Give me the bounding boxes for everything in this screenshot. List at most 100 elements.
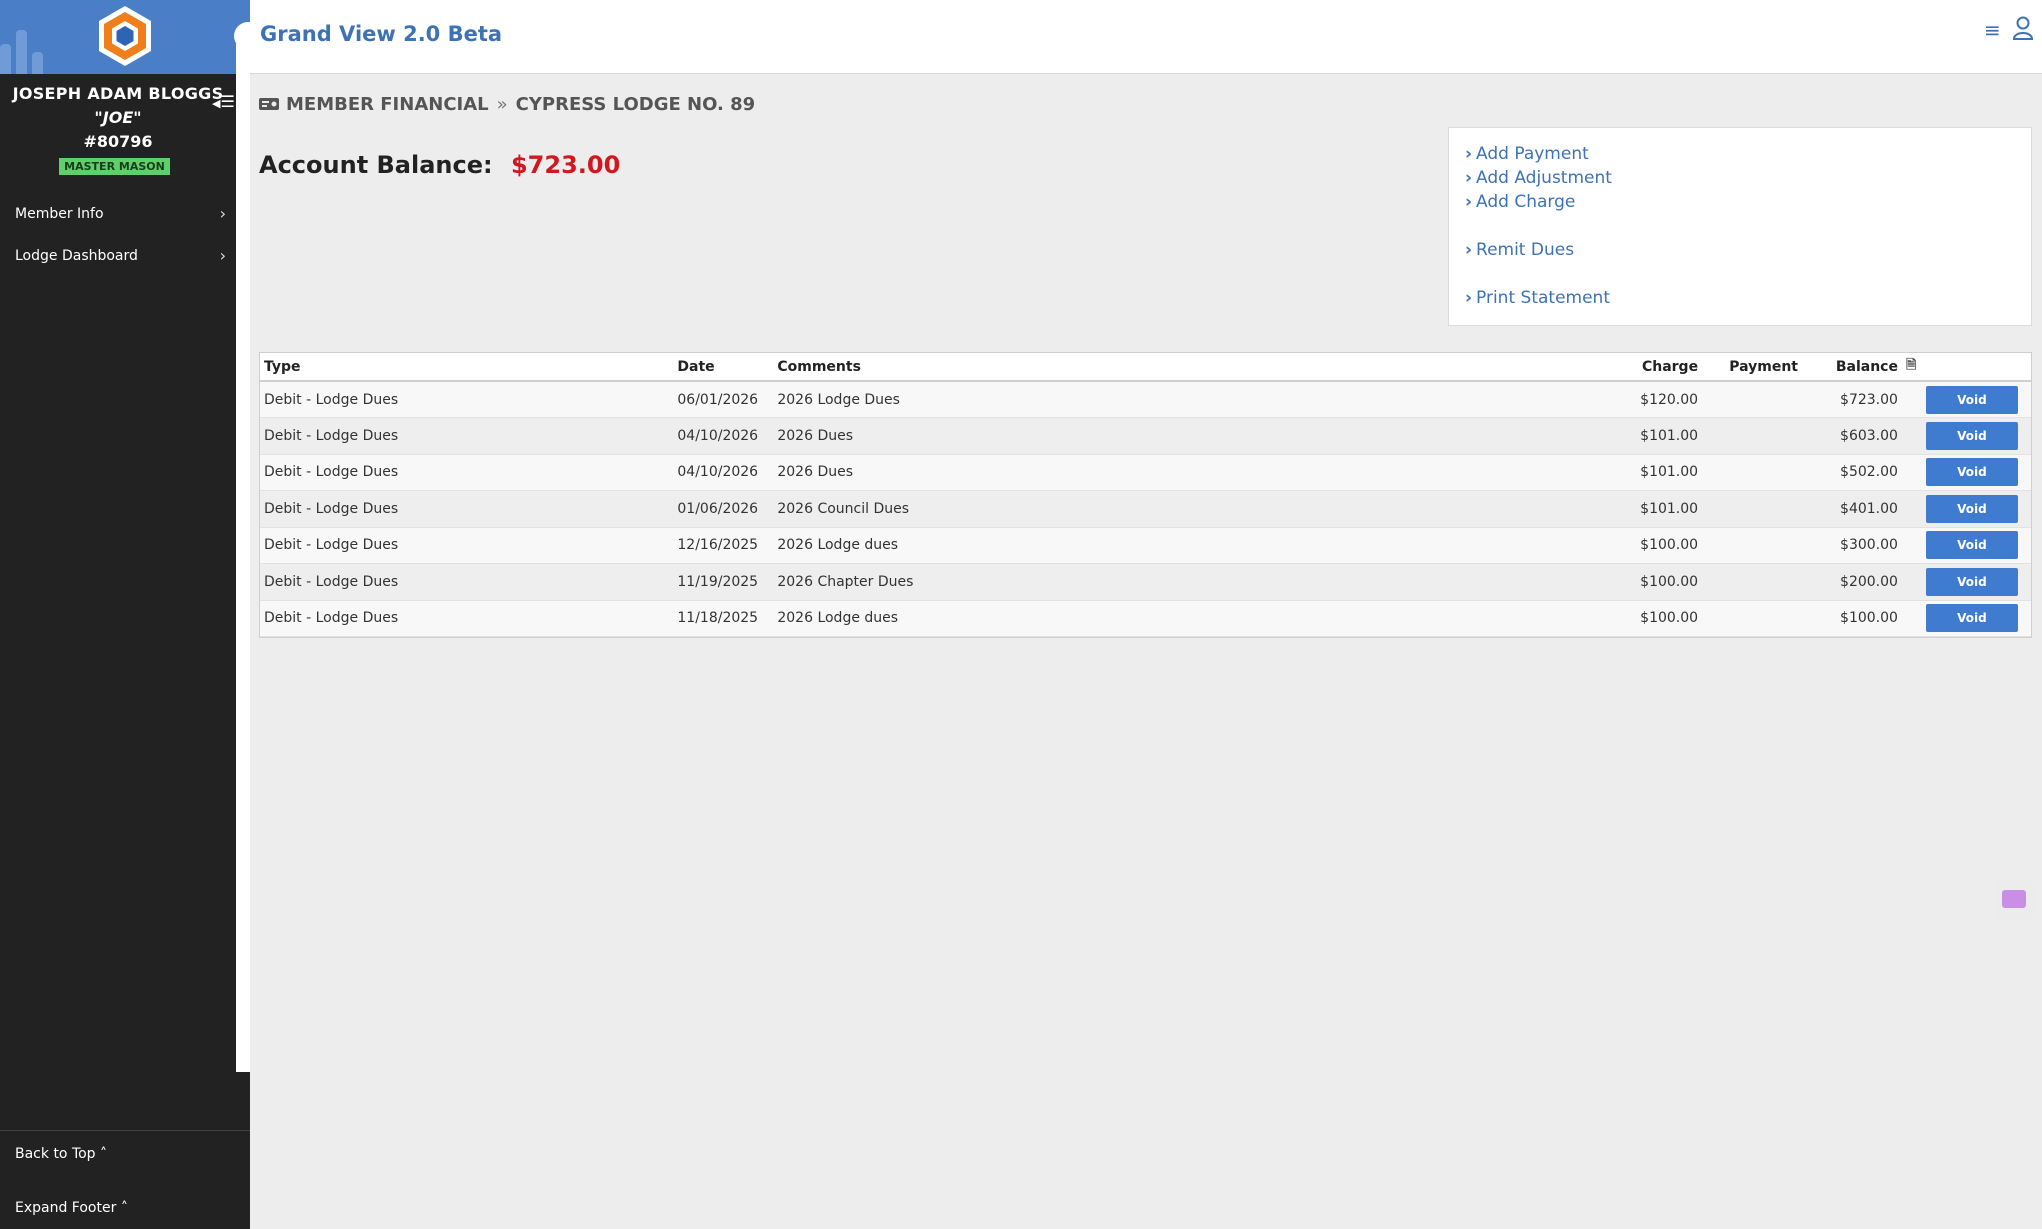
table-row: Debit - Lodge Dues 11/19/2025 2026 Chapt…: [260, 563, 2031, 601]
chevron-right-icon: ›: [219, 204, 226, 223]
cell-balance: $603.00: [1802, 417, 1902, 455]
sidebar-item-label: Member Info: [15, 206, 104, 222]
col-header-document[interactable]: 🗎: [1901, 353, 1922, 382]
cell-charge: $100.00: [1602, 600, 1703, 637]
print-statement-link[interactable]: › Print Statement: [1465, 288, 1610, 308]
sidebar-edge: [236, 44, 250, 1072]
hexagon-logo-icon[interactable]: [96, 4, 154, 68]
chevron-right-icon: ›: [1465, 168, 1473, 188]
remit-dues-label: Remit Dues: [1476, 240, 1575, 260]
cell-type: Debit - Lodge Dues: [260, 563, 674, 601]
expand-footer-link[interactable]: Expand Footer ˄: [15, 1200, 128, 1216]
cell-payment: [1702, 417, 1803, 455]
void-button[interactable]: Void: [1925, 385, 2018, 414]
expand-footer-label: Expand Footer: [15, 1200, 117, 1216]
cell-actions: Void: [1921, 527, 2031, 564]
col-header-payment[interactable]: Payment: [1702, 353, 1803, 382]
sidebar-item-member-info[interactable]: Member Info ›: [0, 193, 236, 235]
cell-date: 12/16/2025: [673, 527, 774, 564]
cell-comments: 2026 Dues: [773, 454, 1603, 491]
chevron-up-icon: ˄: [120, 1200, 128, 1216]
table-header-row: Type Date Comments Charge Payment Balanc…: [260, 353, 2031, 382]
cell-spacer: [1901, 600, 1922, 637]
add-payment-link[interactable]: › Add Payment: [1465, 144, 1589, 164]
print-statement-label: Print Statement: [1476, 288, 1610, 308]
breadcrumb-lodge[interactable]: CYPRESS LODGE NO. 89: [516, 94, 756, 115]
cell-type: Debit - Lodge Dues: [260, 454, 674, 491]
add-charge-label: Add Charge: [1476, 192, 1576, 212]
user-profile-icon[interactable]: [2012, 16, 2034, 40]
cell-type: Debit - Lodge Dues: [260, 600, 674, 637]
table-row: Debit - Lodge Dues 04/10/2026 2026 Dues …: [260, 417, 2031, 455]
chevron-right-icon: ›: [1465, 192, 1473, 212]
void-button[interactable]: Void: [1925, 604, 2018, 633]
hamburger-menu-icon[interactable]: ≡: [1984, 18, 2001, 42]
rank-badge: MASTER MASON: [59, 158, 170, 175]
cell-balance: $200.00: [1802, 563, 1902, 601]
sidebar: JOSEPH ADAM BLOGGS "JOE" #80796 MASTER M…: [0, 0, 262, 1229]
table-row: Debit - Lodge Dues 01/06/2026 2026 Counc…: [260, 490, 2031, 528]
document-icon: 🗎: [1905, 357, 1917, 373]
cell-payment: [1702, 563, 1803, 601]
transactions-table: Type Date Comments Charge Payment Balanc…: [259, 352, 2032, 638]
remit-dues-link[interactable]: › Remit Dues: [1465, 240, 1574, 260]
cell-spacer: [1901, 563, 1922, 601]
member-number: #80796: [83, 132, 153, 151]
col-header-date[interactable]: Date: [673, 353, 774, 382]
cell-comments: 2026 Chapter Dues: [773, 563, 1603, 601]
cell-comments: 2026 Dues: [773, 417, 1603, 455]
account-balance: Account Balance: $723.00: [259, 151, 620, 179]
cell-payment: [1702, 527, 1803, 564]
cell-comments: 2026 Lodge dues: [773, 527, 1603, 564]
money-bill-icon: [259, 98, 279, 110]
cell-balance: $100.00: [1802, 600, 1902, 637]
add-adjustment-link[interactable]: › Add Adjustment: [1465, 168, 1612, 188]
chevron-right-icon: ›: [1465, 240, 1473, 260]
cell-actions: Void: [1921, 600, 2031, 637]
table-row: Debit - Lodge Dues 06/01/2026 2026 Lodge…: [260, 381, 2031, 418]
cell-spacer: [1901, 454, 1922, 491]
cell-payment: [1702, 381, 1803, 418]
cell-balance: $723.00: [1802, 381, 1902, 418]
cell-charge: $101.00: [1602, 417, 1703, 455]
cell-date: 06/01/2026: [673, 381, 774, 418]
cell-payment: [1702, 454, 1803, 491]
account-balance-value: $723.00: [510, 151, 621, 179]
cell-actions: Void: [1921, 563, 2031, 601]
cell-balance: $300.00: [1802, 527, 1902, 564]
cell-date: 04/10/2026: [673, 454, 774, 491]
back-to-top-link[interactable]: Back to Top ˄: [15, 1146, 107, 1162]
col-header-comments[interactable]: Comments: [773, 353, 1603, 382]
cell-date: 01/06/2026: [673, 490, 774, 528]
app-title[interactable]: Grand View 2.0 Beta: [260, 22, 502, 46]
cell-date: 11/19/2025: [673, 563, 774, 601]
cell-balance: $401.00: [1802, 490, 1902, 528]
col-header-type[interactable]: Type: [260, 353, 674, 382]
member-name: JOSEPH ADAM BLOGGS: [12, 84, 224, 103]
void-button[interactable]: Void: [1925, 531, 2018, 560]
void-button[interactable]: Void: [1925, 421, 2018, 450]
breadcrumb: MEMBER FINANCIAL » CYPRESS LODGE NO. 89: [258, 92, 755, 116]
chevron-right-icon: ›: [1465, 144, 1473, 164]
col-header-actions: [1921, 353, 2031, 382]
member-summary: JOSEPH ADAM BLOGGS "JOE" #80796 MASTER M…: [0, 74, 236, 192]
col-header-charge[interactable]: Charge: [1602, 353, 1703, 382]
void-button[interactable]: Void: [1925, 567, 2018, 596]
cell-charge: $120.00: [1602, 381, 1703, 418]
chat-widget-button[interactable]: [1994, 880, 2034, 920]
void-button[interactable]: Void: [1925, 494, 2018, 523]
sidebar-item-lodge-dashboard[interactable]: Lodge Dashboard ›: [0, 235, 236, 277]
cell-actions: Void: [1921, 490, 2031, 528]
table-row: Debit - Lodge Dues 11/18/2025 2026 Lodge…: [260, 600, 2031, 637]
cell-actions: Void: [1921, 417, 2031, 455]
cell-type: Debit - Lodge Dues: [260, 490, 674, 528]
cell-comments: 2026 Lodge dues: [773, 600, 1603, 637]
void-button[interactable]: Void: [1925, 458, 2018, 487]
breadcrumb-section[interactable]: MEMBER FINANCIAL: [286, 94, 489, 115]
add-charge-link[interactable]: › Add Charge: [1465, 192, 1575, 212]
top-header: Grand View 2.0 Beta ≡: [250, 0, 2042, 74]
cell-payment: [1702, 600, 1803, 637]
add-adjustment-label: Add Adjustment: [1476, 168, 1612, 188]
col-header-balance[interactable]: Balance: [1802, 353, 1902, 382]
table-row: Debit - Lodge Dues 12/16/2025 2026 Lodge…: [260, 527, 2031, 564]
